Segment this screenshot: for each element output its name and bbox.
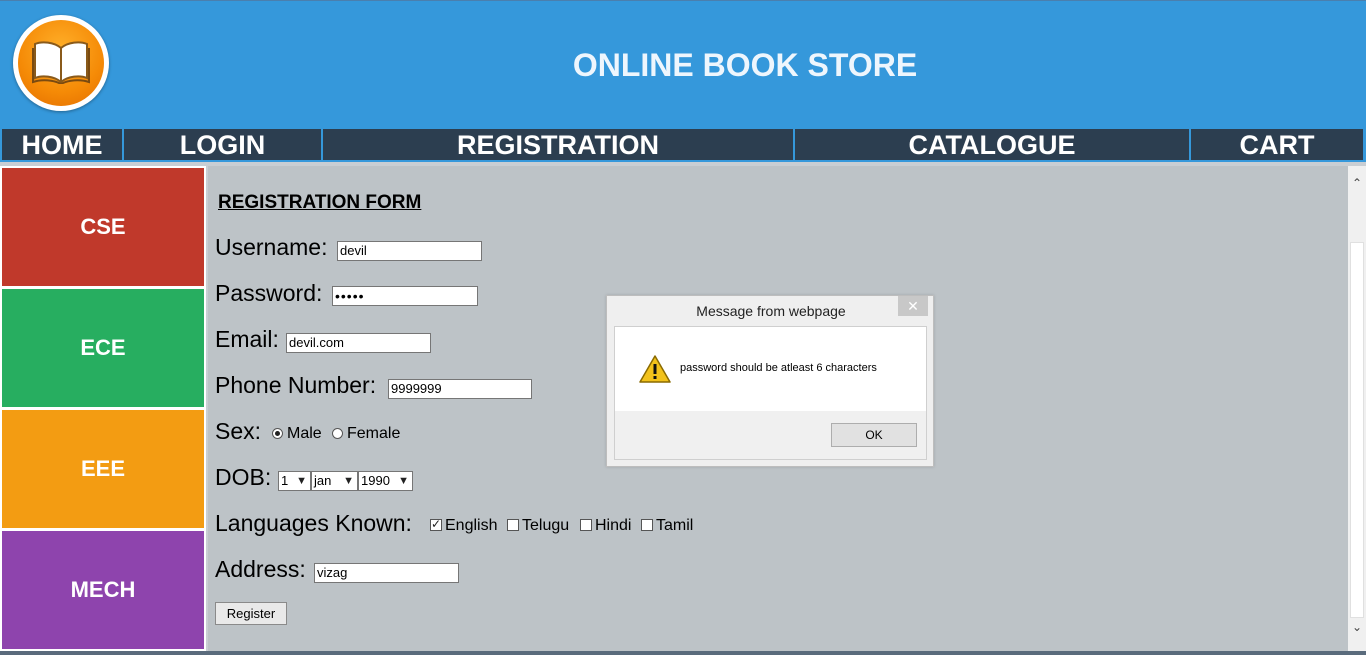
lang-hindi-checkbox[interactable] [580, 519, 592, 531]
email-label: Email: [215, 326, 279, 352]
alert-dialog: Message from webpage ✕ password should b… [606, 295, 934, 467]
lang-telugu-label: Telugu [522, 517, 570, 534]
lang-hindi-label: Hindi [595, 517, 632, 534]
nav-home[interactable]: HOME [2, 129, 124, 160]
register-button[interactable]: Register [215, 602, 287, 625]
sidebar-item-mech[interactable]: MECH [2, 531, 204, 649]
warning-icon [639, 355, 671, 383]
close-icon[interactable]: ✕ [898, 296, 928, 316]
dialog-title: Message from webpage [696, 303, 846, 319]
sex-female-radio[interactable] [332, 428, 343, 439]
password-field[interactable]: ••••• [332, 286, 478, 306]
password-label: Password: [215, 280, 323, 306]
lang-telugu-checkbox[interactable] [507, 519, 519, 531]
dob-month-value: jan [314, 473, 332, 488]
dialog-message-area: password should be atleast 6 characters [615, 327, 926, 411]
site-header: ONLINE BOOK STORE [0, 0, 1366, 128]
nav-registration[interactable]: REGISTRATION [323, 129, 795, 160]
phone-label: Phone Number: [215, 372, 377, 398]
nav-cart[interactable]: CART [1191, 129, 1365, 160]
sex-male-label: Male [287, 425, 322, 442]
lang-tamil-label: Tamil [656, 517, 694, 534]
lang-english-label: English [445, 517, 498, 534]
sidebar-item-ece[interactable]: ECE [2, 289, 204, 407]
sex-female-label: Female [347, 425, 401, 442]
site-title: ONLINE BOOK STORE [572, 47, 918, 83]
scrollbar[interactable]: ⌃ ⌄ [1348, 166, 1366, 655]
scroll-down-icon[interactable]: ⌄ [1348, 620, 1366, 634]
address-field[interactable]: vizag [314, 563, 459, 583]
bottom-strip [0, 651, 1366, 655]
dob-month-select[interactable]: jan ▼ [311, 471, 358, 491]
logo[interactable] [13, 15, 109, 111]
form-title: REGISTRATION FORM [218, 192, 422, 213]
scroll-thumb[interactable] [1350, 242, 1364, 618]
dialog-message: password should be atleast 6 characters [680, 362, 877, 374]
check-icon: ✓ [431, 517, 442, 531]
lang-tamil-checkbox[interactable] [641, 519, 653, 531]
dob-year-value: 1990 [361, 473, 390, 488]
phone-field[interactable]: 9999999 [388, 379, 532, 399]
sidebar-item-eee[interactable]: EEE [2, 410, 204, 528]
ok-button[interactable]: OK [831, 423, 917, 447]
username-label: Username: [215, 234, 328, 260]
dob-label: DOB: [215, 464, 272, 490]
scroll-up-icon[interactable]: ⌃ [1348, 176, 1366, 190]
sidebar: CSE ECE EEE MECH [0, 166, 206, 655]
dialog-panel: password should be atleast 6 characters … [614, 326, 927, 460]
book-icon [32, 41, 90, 84]
sidebar-item-cse[interactable]: CSE [2, 168, 204, 286]
sex-male-radio[interactable] [272, 428, 283, 439]
dob-day-select[interactable]: 1 ▼ [278, 471, 311, 491]
dob-year-select[interactable]: 1990 ▼ [358, 471, 413, 491]
chevron-down-icon: ▼ [343, 475, 354, 487]
chevron-down-icon: ▼ [296, 475, 307, 487]
sex-label: Sex: [215, 418, 262, 444]
lang-english-checkbox[interactable]: ✓ [430, 517, 442, 531]
nav-catalogue[interactable]: CATALOGUE [795, 129, 1191, 160]
main-nav: HOME LOGIN REGISTRATION CATALOGUE CART [0, 128, 1366, 162]
address-label: Address: [215, 556, 306, 582]
email-field[interactable]: devil.com [286, 333, 431, 353]
dob-day-value: 1 [281, 473, 289, 488]
languages-label: Languages Known: [215, 510, 412, 536]
chevron-down-icon: ▼ [398, 475, 409, 487]
nav-login[interactable]: LOGIN [124, 129, 323, 160]
username-field[interactable]: devil [337, 241, 482, 261]
